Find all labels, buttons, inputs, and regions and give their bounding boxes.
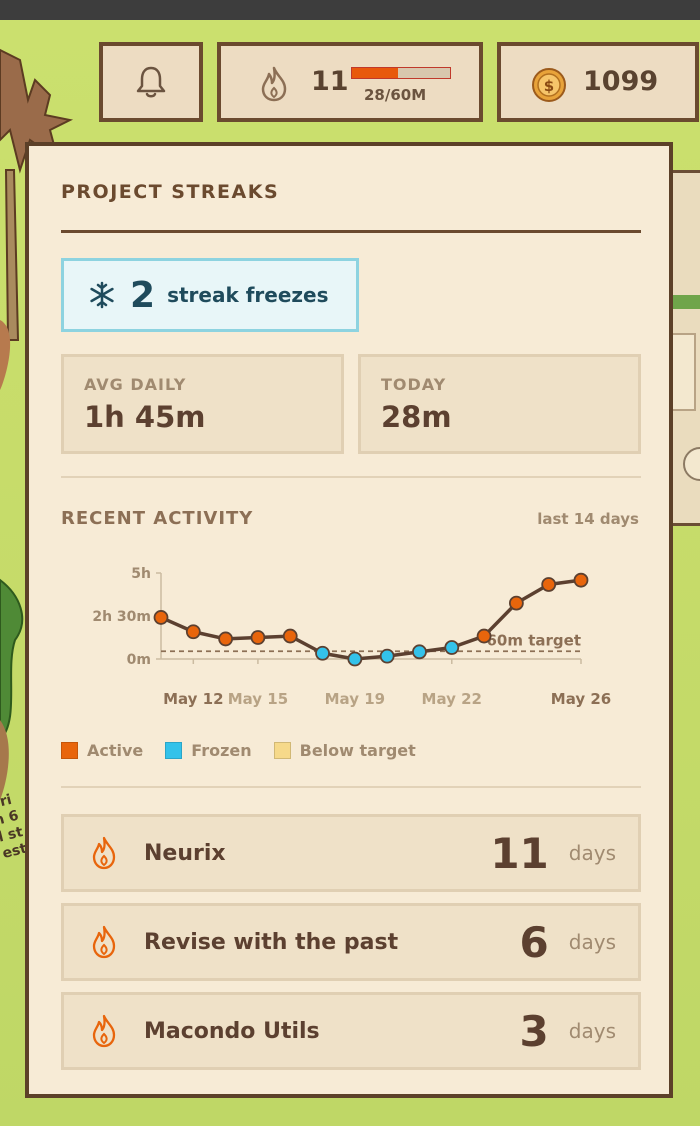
recent-activity-title: RECENT ACTIVITY bbox=[61, 508, 254, 529]
streak-count: 11 bbox=[311, 66, 349, 97]
freeze-label: streak freezes bbox=[167, 283, 329, 307]
y-tick-label: 5h bbox=[131, 566, 151, 582]
coins-button[interactable]: $ 1099 bbox=[497, 42, 699, 122]
avg-daily-value: 1h 45m bbox=[84, 400, 206, 434]
legend-label: Below target bbox=[299, 741, 416, 760]
data-point-frozen bbox=[347, 651, 363, 667]
svg-text:$: $ bbox=[544, 77, 554, 95]
data-point-active bbox=[282, 628, 298, 644]
data-point-active bbox=[185, 624, 201, 640]
today-label: TODAY bbox=[381, 375, 447, 394]
legend-label: Frozen bbox=[191, 741, 252, 760]
freeze-count: 2 bbox=[130, 274, 156, 316]
project-name: Revise with the past bbox=[144, 929, 399, 955]
bell-icon bbox=[136, 66, 166, 98]
legend-swatch-below-target bbox=[273, 742, 291, 759]
project-row[interactable]: Macondo Utils 3 days bbox=[61, 992, 641, 1070]
data-point-frozen bbox=[315, 645, 330, 661]
panel-title: PROJECT STREAKS bbox=[61, 181, 280, 203]
data-point-active bbox=[541, 577, 557, 592]
data-point-active bbox=[250, 630, 266, 645]
flame-icon bbox=[261, 66, 287, 102]
recent-activity-range: last 14 days bbox=[537, 510, 639, 528]
legend-item-active: Active bbox=[61, 741, 143, 760]
data-point-active bbox=[476, 628, 492, 644]
project-name: Macondo Utils bbox=[144, 1018, 320, 1044]
data-point-frozen bbox=[444, 640, 460, 655]
title-divider bbox=[61, 230, 641, 233]
daily-progress-bar bbox=[351, 67, 451, 79]
legend-label: Active bbox=[87, 741, 144, 760]
x-tick-label: May 15 bbox=[228, 690, 288, 708]
project-days-label: days bbox=[568, 841, 616, 865]
daily-progress-text: 28/60M bbox=[364, 86, 427, 104]
project-streak-days: 11 bbox=[490, 828, 549, 878]
streak-freezes-badge: 2 streak freezes bbox=[61, 258, 359, 332]
x-tick-label: May 22 bbox=[422, 690, 482, 708]
avg-daily-card: AVG DAILY 1h 45m bbox=[61, 354, 344, 454]
data-point-frozen bbox=[379, 648, 395, 664]
y-tick-label: 2h 30m bbox=[92, 609, 151, 625]
data-point-active bbox=[573, 572, 589, 588]
legend-swatch-frozen bbox=[165, 742, 183, 759]
chart-legend: Active Frozen Below target bbox=[61, 741, 416, 760]
x-tick-label: May 12 bbox=[163, 690, 223, 708]
data-point-active bbox=[508, 595, 524, 611]
project-days-label: days bbox=[568, 930, 616, 954]
x-tick-label: May 19 bbox=[325, 690, 385, 708]
activity-chart: 5h 2h 30m 0m May 12 May 15 May 19 May 22 May 26… bbox=[92, 566, 611, 708]
project-streaks-panel: PROJECT STREAKS 2 streak freezes AVG DAI… bbox=[25, 142, 673, 1098]
project-streak-days: 6 bbox=[519, 917, 549, 967]
section-divider bbox=[61, 786, 641, 788]
data-point-frozen bbox=[412, 644, 427, 660]
project-row[interactable]: Neurix 11 days bbox=[61, 814, 641, 892]
data-point-active bbox=[153, 610, 169, 625]
legend-item-below-target: Below target bbox=[273, 741, 416, 760]
side-panel-button bbox=[683, 447, 700, 481]
project-name: Neurix bbox=[144, 840, 226, 866]
section-divider bbox=[61, 476, 641, 478]
streak-button[interactable]: 11 28/60M bbox=[217, 42, 483, 122]
data-point-active bbox=[218, 631, 234, 647]
avg-daily-label: AVG DAILY bbox=[84, 375, 187, 394]
project-row[interactable]: Revise with the past 6 days bbox=[61, 903, 641, 981]
x-tick-label: May 26 bbox=[551, 690, 611, 708]
today-value: 28m bbox=[381, 400, 452, 434]
target-label: 60m target bbox=[487, 631, 582, 649]
coin-balance: 1099 bbox=[583, 66, 659, 97]
browser-topbar bbox=[0, 0, 700, 20]
flame-icon bbox=[92, 836, 116, 870]
coin-icon: $ bbox=[532, 68, 566, 102]
snowflake-icon bbox=[90, 281, 114, 309]
flame-icon bbox=[92, 1014, 116, 1048]
daily-progress-fill bbox=[352, 68, 399, 78]
legend-swatch-active bbox=[61, 742, 78, 759]
project-streak-days: 3 bbox=[519, 1006, 549, 1056]
project-days-label: days bbox=[568, 1019, 616, 1043]
flame-icon bbox=[92, 925, 116, 959]
today-card: TODAY 28m bbox=[358, 354, 641, 454]
y-tick-label: 0m bbox=[127, 652, 151, 668]
legend-item-frozen: Frozen bbox=[165, 741, 252, 760]
notifications-button[interactable] bbox=[99, 42, 203, 122]
